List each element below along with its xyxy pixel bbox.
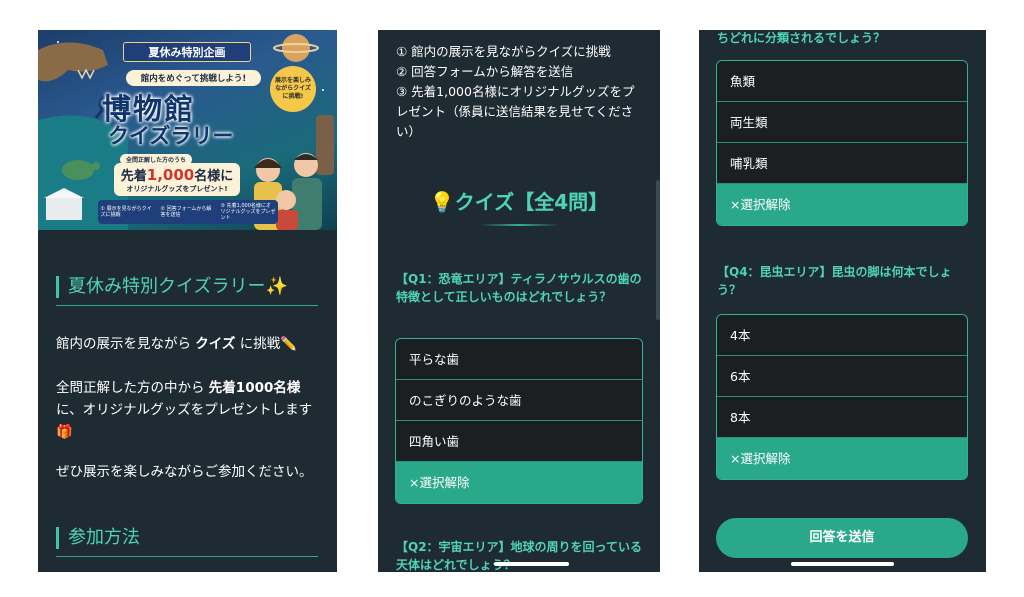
screen-quiz-top[interactable]: ① 館内の展示を見ながらクイズに挑戦 ② 回答フォームから解答を送信 ③ 先着1…	[378, 30, 660, 572]
quiz-title: 💡クイズ【全4問】	[429, 190, 609, 214]
home-indicator[interactable]	[791, 562, 894, 566]
closing-paragraph: ぜひ展示を楽しみながらご参加ください。	[56, 464, 313, 480]
question-q3-tail: ちどれに分類されるでしょう？	[717, 31, 886, 45]
question-q1: 【Q1：恐竜エリア】ティラノサウルスの歯の特徴として正しいものはどれでしょう？	[396, 272, 642, 304]
option-q4-2[interactable]: 6本	[717, 356, 967, 397]
text: 全問正解した方の中から	[56, 380, 209, 396]
home-indicator[interactable]	[494, 562, 569, 566]
step-item: ② 回答フォームから解答を送信	[396, 64, 574, 79]
q1-options: 平らな歯 のこぎりのような歯 四角い歯 ×選択解除	[395, 338, 643, 504]
submit-answers-button[interactable]: 回答を送信	[716, 518, 968, 558]
offer-suffix: 名様に	[194, 169, 234, 184]
intro-paragraph: 館内の展示を見ながら クイズ に挑戦✏️	[56, 333, 324, 355]
banner-steps: ① 展示を見ながらクイズに挑戦 ② 回答フォームから解答を送信 ③ 先着1,00…	[98, 200, 278, 224]
q4-options: 4本 6本 8本 ×選択解除	[716, 314, 968, 480]
clear-selection-button[interactable]: ×選択解除	[717, 438, 967, 479]
clear-selection-button[interactable]: ×選択解除	[396, 462, 642, 503]
quiz-title-underline	[479, 224, 559, 226]
offer-prefix: 先着	[120, 169, 147, 184]
option-q3-2[interactable]: 両生類	[717, 102, 967, 143]
q3-options: 魚類 両生類 哺乳類 ×選択解除	[716, 60, 968, 226]
question-q2: 【Q2：宇宙エリア】地球の周りを回っている天体はどれでしょう？	[396, 540, 642, 572]
banner-step: ② 回答フォームから解答を送信	[160, 206, 212, 218]
option-q4-1[interactable]: 4本	[717, 315, 967, 356]
banner-ribbon: 夏休み特別企画	[123, 42, 251, 62]
scrollbar[interactable]	[656, 180, 660, 320]
offer-number: 1,000	[146, 166, 195, 184]
hero-banner: 夏休み特別企画 館内をめぐって挑戦しよう! 博物館 クイズラリー 展示を楽しみな…	[38, 30, 337, 230]
banner-subtitle: 館内をめぐって挑戦しよう!	[126, 70, 261, 86]
text-bold: クイズ	[195, 336, 236, 352]
screen-quiz-bottom[interactable]: ちどれに分類されるでしょう？ 魚類 両生類 哺乳類 ×選択解除 【Q4：昆虫エリ…	[699, 30, 986, 572]
screen-intro: 夏休み特別企画 館内をめぐって挑戦しよう! 博物館 クイズラリー 展示を楽しみな…	[38, 30, 337, 572]
banner-badge: 展示を楽しみながらクイズに挑戦!	[270, 66, 316, 112]
option-q1-2[interactable]: のこぎりのような歯	[396, 380, 642, 421]
prize-paragraph: 全問正解した方の中から 先着1000名様に、オリジナルグッズをプレゼントします🎁	[56, 377, 324, 443]
section-heading: 参加方法	[56, 527, 140, 549]
text: に、オリジナルグッズをプレゼントします🎁	[56, 402, 313, 440]
banner-step: ① 展示を見ながらクイズに挑戦	[100, 206, 152, 218]
question-q4: 【Q4：昆虫エリア】昆虫の脚は何本でしょう？	[717, 265, 952, 297]
banner-title-2: クイズラリー	[108, 124, 234, 148]
clear-selection-button[interactable]: ×選択解除	[717, 184, 967, 225]
heading-divider	[56, 556, 318, 557]
step-item: ③ 先着1,000名様にオリジナルグッズをプレゼント（係員に送信結果を見せてくだ…	[396, 84, 635, 139]
option-q4-3[interactable]: 8本	[717, 397, 967, 438]
banner-step: ③ 先着1,000名様にオリジナルグッズをプレゼント	[220, 203, 276, 221]
banner-offer: 先着1,000名様に オリジナルグッズをプレゼント!	[114, 163, 240, 196]
step-item: ① 館内の展示を見ながらクイズに挑戦	[396, 44, 611, 59]
option-q1-3[interactable]: 四角い歯	[396, 421, 642, 462]
option-q3-1[interactable]: 魚類	[717, 61, 967, 102]
section-heading: 夏休み特別クイズラリー✨	[56, 276, 288, 298]
text: 館内の展示を見ながら	[56, 336, 196, 352]
option-q1-1[interactable]: 平らな歯	[396, 339, 642, 380]
text: に挑戦✏️	[235, 336, 298, 352]
offer-small: オリジナルグッズをプレゼント!	[126, 185, 228, 193]
heading-divider	[56, 305, 318, 306]
participation-steps: ① 館内の展示を見ながらクイズに挑戦 ② 回答フォームから解答を送信 ③ 先着1…	[396, 42, 646, 142]
option-q3-3[interactable]: 哺乳類	[717, 143, 967, 184]
text-bold: 先着1000名様	[208, 380, 301, 396]
